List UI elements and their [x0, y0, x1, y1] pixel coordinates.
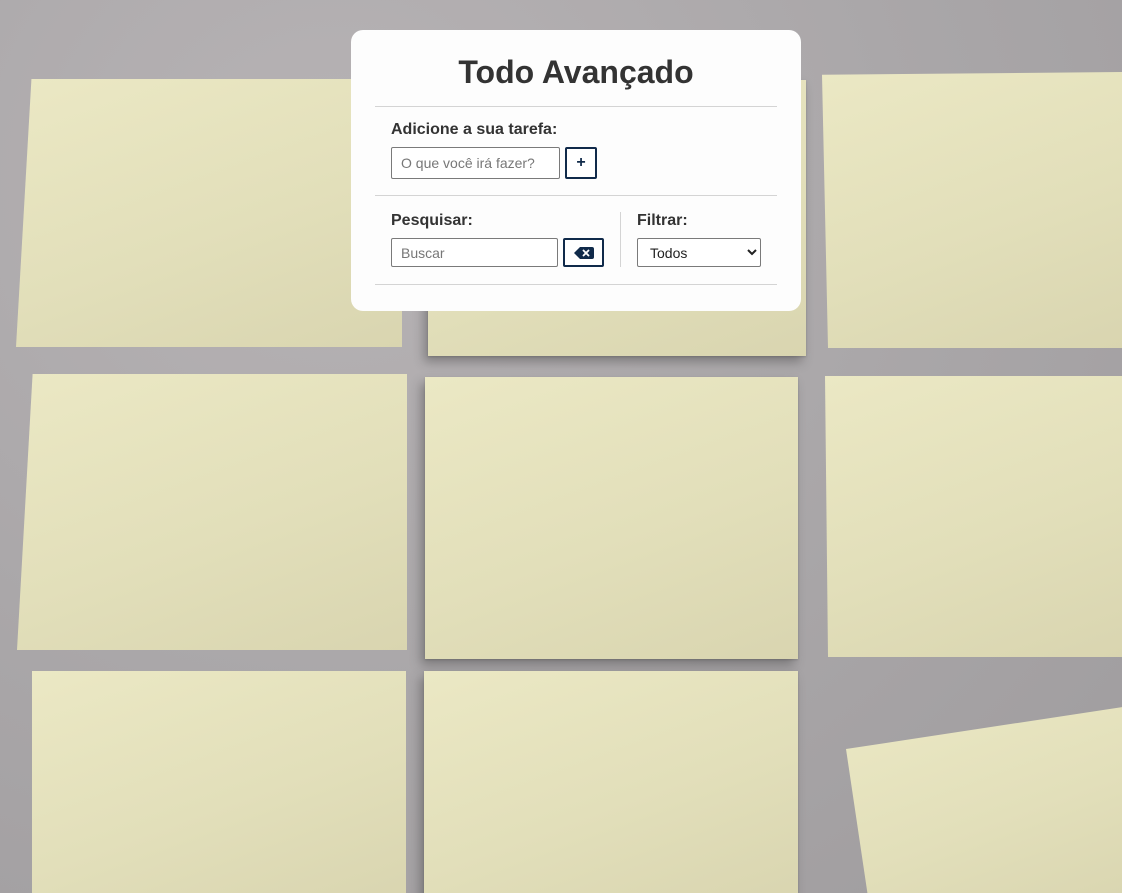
search-input[interactable] — [391, 238, 558, 267]
add-task-button[interactable]: + — [565, 147, 597, 179]
search-section: Pesquisar: — [391, 212, 604, 268]
add-task-input[interactable] — [391, 147, 560, 179]
page-title: Todo Avançado — [458, 54, 694, 90]
filter-select[interactable]: Todos — [637, 238, 761, 267]
add-task-label: Adicione a sua tarefa: — [391, 121, 558, 138]
sticky-note — [424, 671, 798, 893]
clear-search-button[interactable] — [563, 238, 604, 267]
filter-section: Filtrar: Todos — [637, 212, 761, 268]
vertical-divider — [620, 212, 621, 267]
search-filter-row: Pesquisar: Filtrar: Todos — [375, 196, 777, 284]
backspace-icon — [573, 246, 594, 259]
sticky-note — [17, 374, 407, 650]
filter-label: Filtrar: — [637, 212, 688, 229]
sticky-note — [825, 376, 1122, 657]
sticky-note — [822, 72, 1122, 348]
add-task-form: Adicione a sua tarefa: + — [375, 107, 777, 195]
sticky-note — [32, 671, 406, 893]
sticky-note — [425, 377, 798, 659]
divider — [375, 284, 777, 285]
sticky-note — [16, 79, 402, 347]
plus-icon: + — [576, 154, 586, 171]
sticky-note — [846, 705, 1122, 893]
search-label: Pesquisar: — [391, 212, 473, 229]
todo-panel: Todo Avançado Adicione a sua tarefa: + P… — [351, 30, 801, 311]
